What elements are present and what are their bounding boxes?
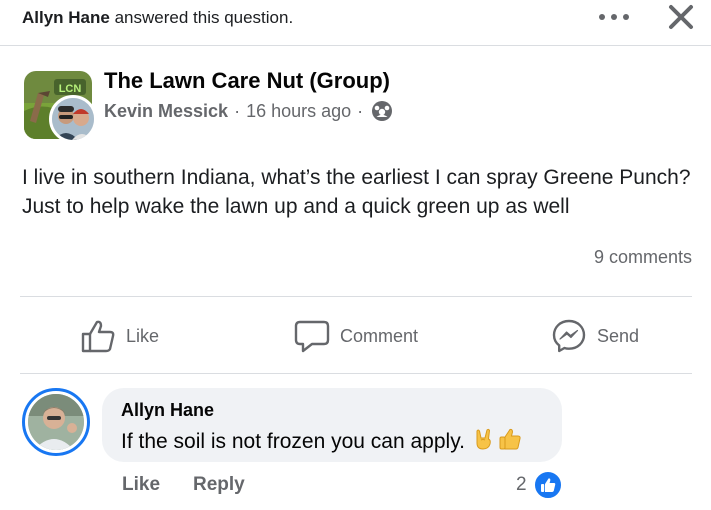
group-name[interactable]: The Lawn Care Nut (Group) <box>104 68 390 94</box>
comment-like-button[interactable]: Like <box>122 474 160 496</box>
post-author[interactable]: Kevin Messick <box>104 101 228 122</box>
group-logo-text: LCN <box>59 83 82 95</box>
comment-text-row: If the soil is not frozen you can apply. <box>121 427 522 457</box>
reaction-count[interactable]: 2 <box>516 474 527 496</box>
sign-of-horns-emoji <box>473 427 495 457</box>
comment-icon <box>294 320 330 353</box>
commenter-avatar[interactable] <box>22 388 90 456</box>
answer-notice-text: answered this question. <box>109 8 294 27</box>
thumbs-up-emoji <box>498 427 522 457</box>
answerer-name[interactable]: Allyn Hane <box>22 8 110 27</box>
comment-button[interactable]: Comment <box>294 317 418 355</box>
group-members-icon[interactable] <box>371 100 393 122</box>
post-timestamp[interactable]: 16 hours ago <box>246 101 351 122</box>
close-icon[interactable] <box>666 2 696 32</box>
post-action-bar: Like Comment Send <box>20 296 692 374</box>
meta-separator: · <box>234 100 241 121</box>
like-label: Like <box>126 325 160 346</box>
more-options-icon[interactable] <box>596 5 632 29</box>
author-avatar[interactable] <box>49 95 97 143</box>
messenger-icon <box>552 319 586 353</box>
post-header: LCN The Lawn Care Nut (Group) Kevin Mess… <box>24 68 624 144</box>
comment-count[interactable]: 9 comments <box>594 247 692 268</box>
like-reaction-icon[interactable] <box>533 470 563 500</box>
like-icon <box>81 320 115 353</box>
meta-separator: · <box>357 100 364 121</box>
send-label: Send <box>597 325 640 346</box>
comment-text: If the soil is not frozen you can apply. <box>121 430 465 453</box>
answer-notice: Allyn Hane answered this question. <box>22 8 293 28</box>
commenter-name[interactable]: Allyn Hane <box>121 400 214 421</box>
comment-reply-button[interactable]: Reply <box>193 474 245 496</box>
post-body: I live in southern Indiana, what’s the e… <box>22 166 691 218</box>
post-meta: Kevin Messick · 16 hours ago · <box>104 100 393 122</box>
comment-bubble: Allyn Hane If the soil is not frozen you… <box>102 388 562 462</box>
like-button[interactable]: Like <box>80 317 159 355</box>
send-button[interactable]: Send <box>551 317 639 355</box>
comment-label: Comment <box>340 325 419 346</box>
notification-header: Allyn Hane answered this question. <box>0 0 711 46</box>
